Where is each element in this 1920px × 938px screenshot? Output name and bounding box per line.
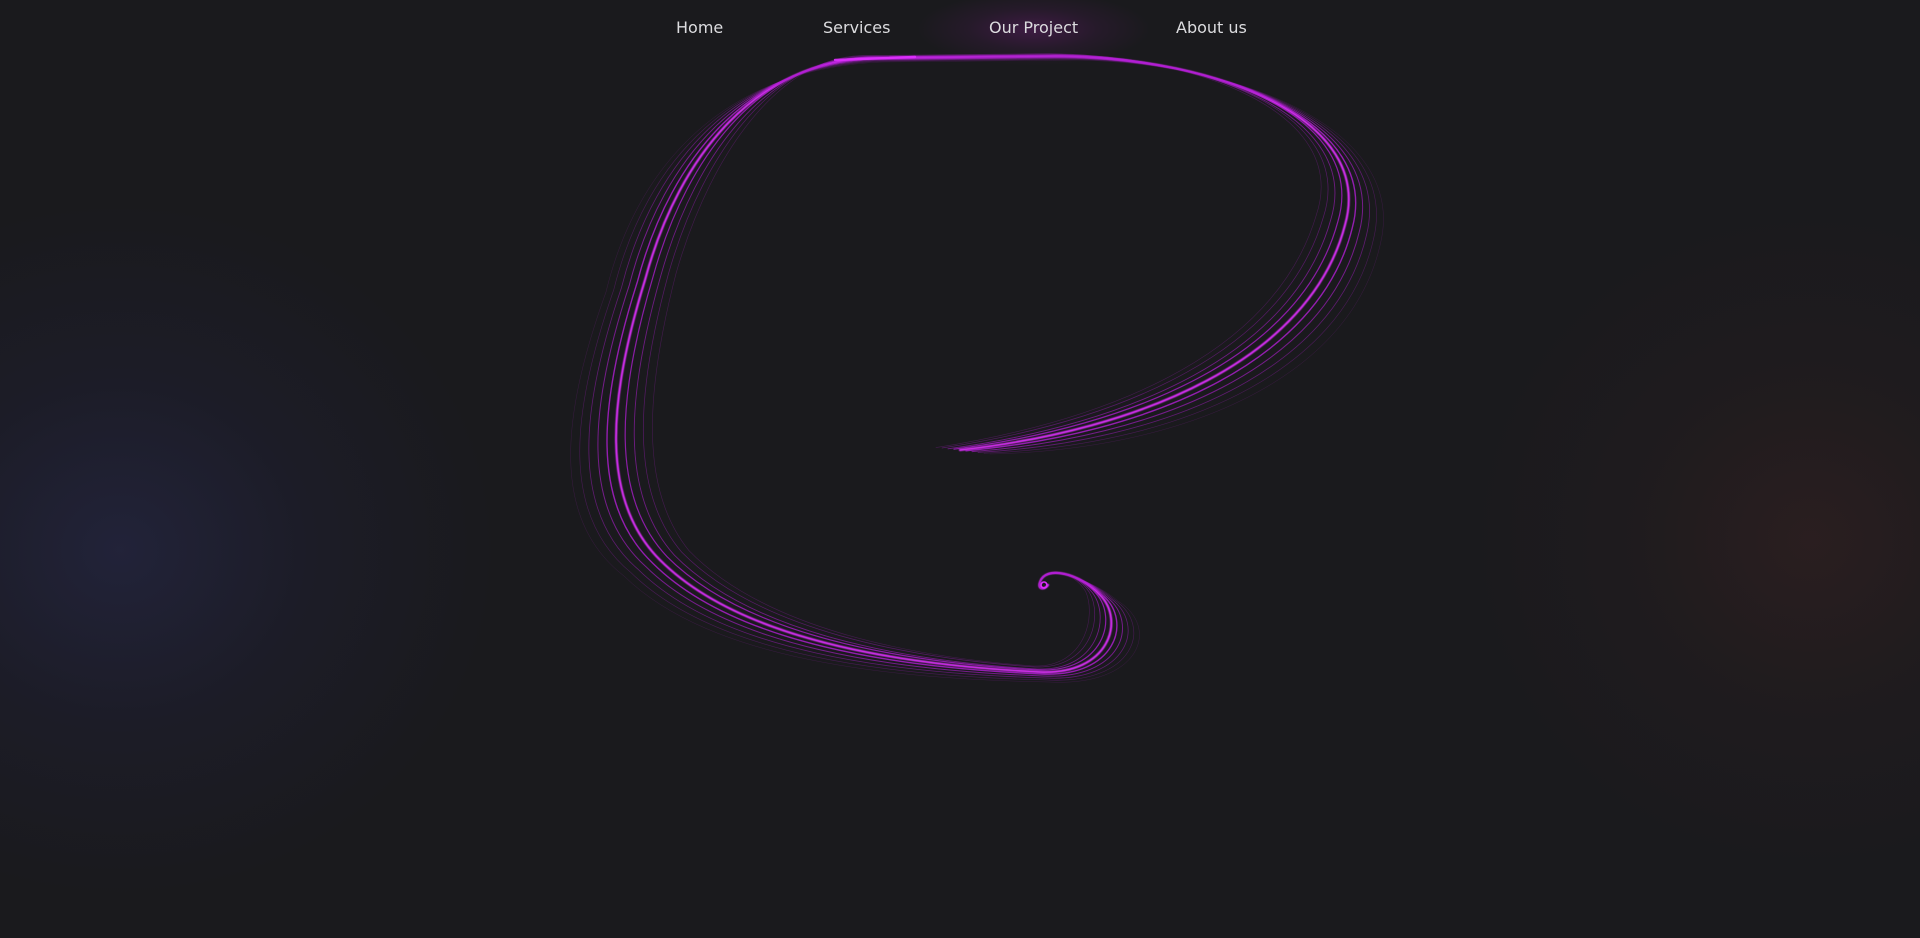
nav-item-our-project[interactable]: Our Project: [918, 0, 1149, 65]
page: Home Services Our Project About us: [0, 0, 1920, 938]
trail-strand: [606, 56, 1357, 675]
trail-strand: [579, 58, 1377, 681]
trail-strand: [570, 59, 1384, 683]
trail-spiral-tip: [1040, 581, 1048, 589]
nav-item-services[interactable]: Services: [823, 17, 890, 39]
trail-glint: [833, 55, 917, 62]
trail-strand: [597, 57, 1364, 677]
trail-strand: [588, 57, 1370, 679]
background-glow-right: [1460, 200, 1920, 880]
trail-strand: [643, 53, 1329, 668]
trail-strand: [633, 54, 1336, 670]
trail-strand: [652, 53, 1322, 667]
trail-strand: [615, 54, 1350, 674]
trail-strand: [624, 54, 1343, 671]
background-glow-left: [0, 200, 500, 900]
nav-item-about-us[interactable]: About us: [1176, 17, 1247, 39]
cursor-trail-graphic: [570, 53, 1384, 683]
nav-item-home[interactable]: Home: [676, 17, 723, 39]
top-nav: Home Services Our Project About us: [0, 0, 1920, 65]
